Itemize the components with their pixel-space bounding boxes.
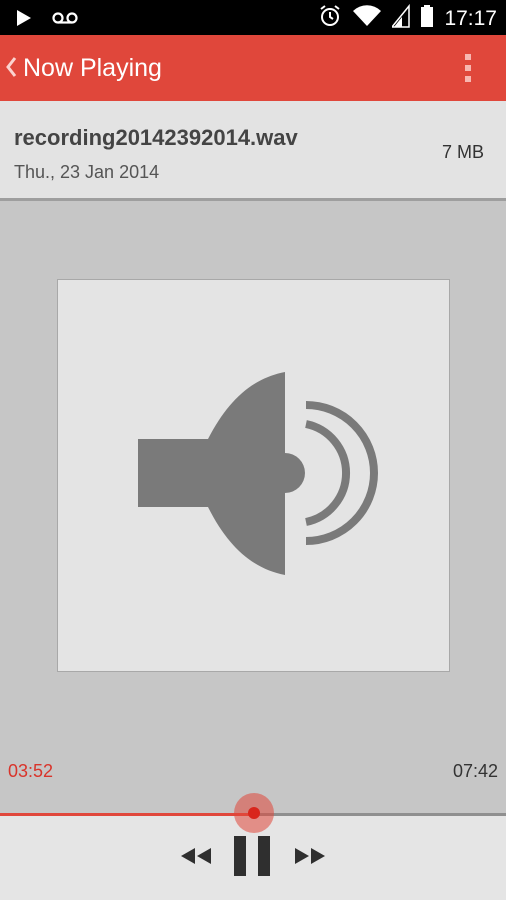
page-title[interactable]: Now Playing [23, 54, 162, 83]
alarm-icon [318, 4, 342, 33]
file-date: Thu., 23 Jan 2014 [14, 162, 160, 182]
file-name: recording20142392014.wav [14, 125, 298, 150]
total-time: 07:42 [452, 761, 498, 781]
seek-thumb[interactable] [234, 793, 274, 833]
overflow-menu-icon[interactable] [464, 54, 472, 84]
wifi-icon [352, 4, 382, 33]
voicemail-icon [52, 11, 78, 30]
speaker-icon [138, 372, 378, 575]
pause-icon [234, 836, 270, 876]
fast-forward-icon [295, 848, 325, 864]
album-artwork [57, 279, 450, 672]
chevron-left-icon[interactable] [5, 56, 17, 83]
elapsed-time: 03:52 [8, 761, 54, 781]
action-bar: Now Playing [0, 35, 506, 101]
play-icon [16, 9, 32, 32]
clock: 17:17 [444, 6, 497, 30]
pause-button[interactable] [228, 832, 278, 880]
seek-progress [0, 813, 254, 816]
signal-icon [390, 3, 411, 33]
rewind-button[interactable] [176, 836, 216, 876]
rewind-icon [181, 848, 211, 864]
status-bar: 17:17 [0, 0, 506, 35]
file-info-header: recording20142392014.wav Thu., 23 Jan 20… [0, 101, 506, 201]
battery-icon [420, 4, 434, 33]
fast-forward-button[interactable] [290, 836, 330, 876]
file-size: 7 MB [441, 142, 484, 162]
